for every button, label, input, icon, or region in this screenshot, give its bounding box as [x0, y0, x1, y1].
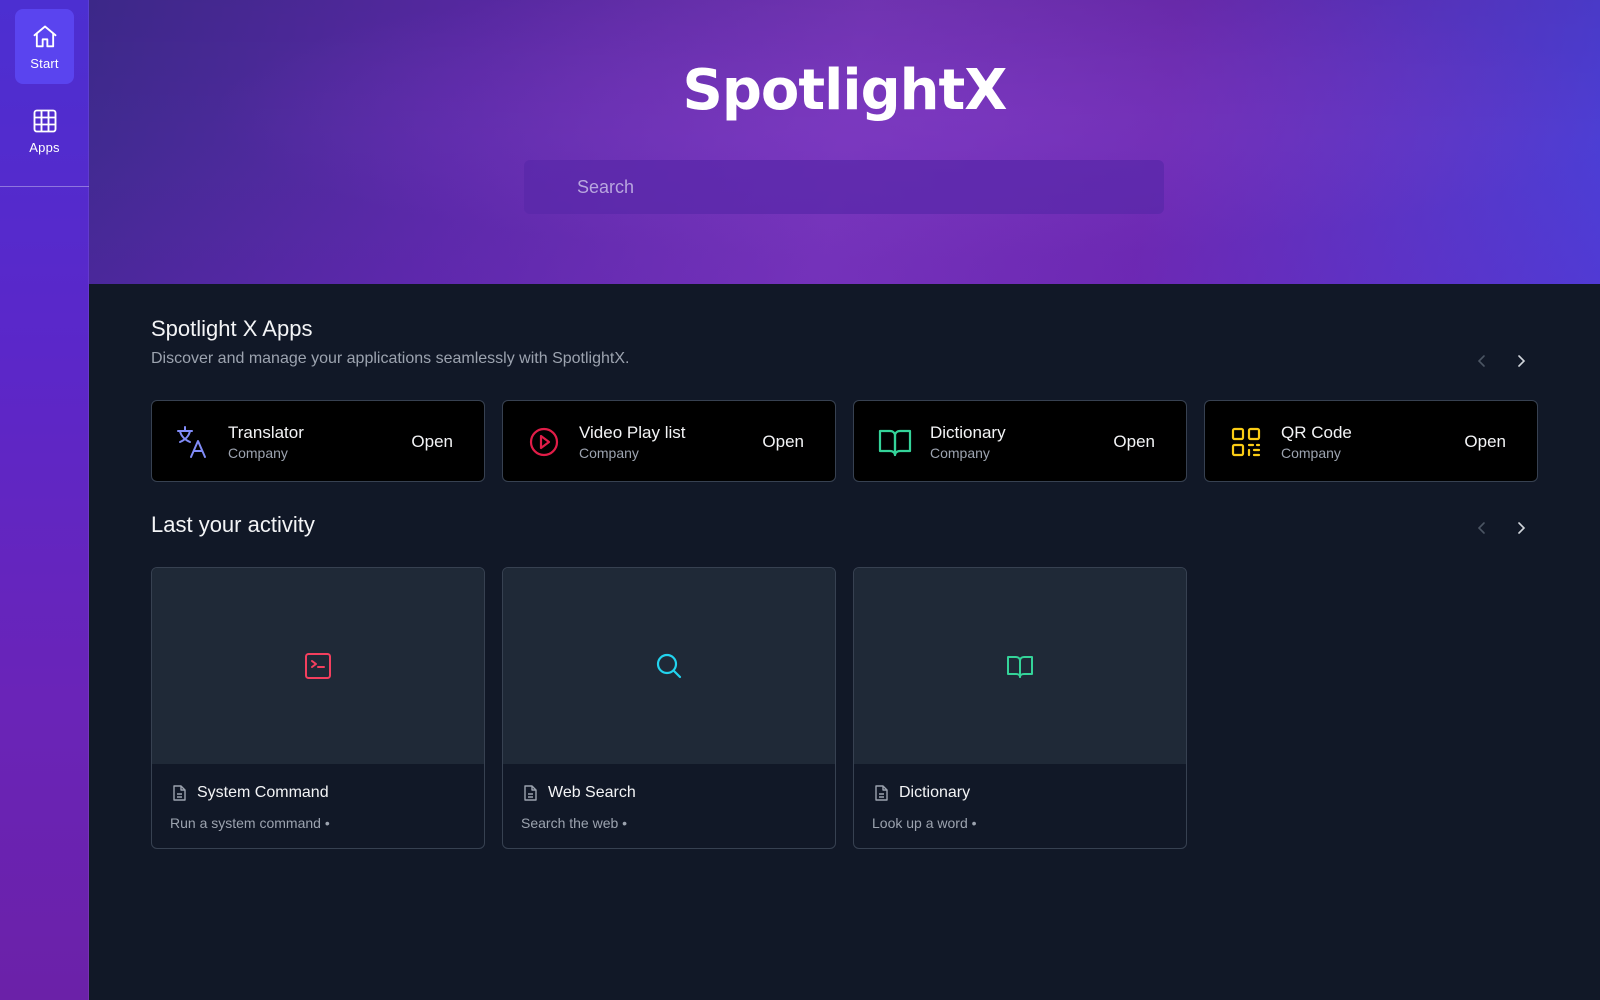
- document-icon: [521, 784, 539, 802]
- app-name: Dictionary: [930, 423, 1006, 442]
- app-company: Company: [1281, 445, 1341, 461]
- search-input[interactable]: [524, 160, 1164, 214]
- activity-thumbnail: [152, 568, 484, 764]
- sidebar-item-apps[interactable]: Apps: [15, 93, 74, 168]
- document-icon: [170, 784, 188, 802]
- terminal-icon: [305, 653, 331, 679]
- chevron-right-icon: [1518, 355, 1526, 367]
- sidebar: Start Apps: [0, 0, 89, 1000]
- activity-thumbnail: [503, 568, 835, 764]
- document-icon: [872, 784, 890, 802]
- app-company: Company: [228, 445, 288, 461]
- activity-section-title: Last your activity: [151, 512, 315, 537]
- activity-description: Look up a word •: [872, 815, 977, 831]
- play-circle-icon: [525, 423, 563, 461]
- app-company: Company: [579, 445, 639, 461]
- chevron-left-icon: [1477, 522, 1485, 534]
- activity-card-system-command[interactable]: System Command Run a system command •: [151, 567, 485, 849]
- open-button[interactable]: Open: [411, 432, 453, 452]
- app-name: Video Play list: [579, 423, 686, 442]
- activity-title: Web Search: [548, 784, 636, 801]
- sidebar-item-start[interactable]: Start: [15, 9, 74, 84]
- app-name: Translator: [228, 423, 304, 442]
- chevron-right-icon: [1518, 522, 1526, 534]
- apps-prev-button[interactable]: [1469, 348, 1495, 374]
- open-button[interactable]: Open: [1464, 432, 1506, 452]
- grid-icon: [33, 109, 56, 132]
- home-icon: [33, 25, 56, 47]
- logo-text: Spotlight: [682, 58, 966, 123]
- logo: SpotlightX: [89, 58, 1600, 123]
- open-button[interactable]: Open: [1113, 432, 1155, 452]
- app-card-dictionary[interactable]: Dictionary Company Open: [853, 400, 1187, 482]
- apps-next-button[interactable]: [1508, 348, 1534, 374]
- sidebar-item-label: Apps: [29, 139, 60, 155]
- app-company: Company: [930, 445, 990, 461]
- activity-title: Dictionary: [899, 784, 971, 801]
- app-card-qr-code[interactable]: QR Code Company Open: [1204, 400, 1538, 482]
- activity-card-web-search[interactable]: Web Search Search the web •: [502, 567, 836, 849]
- activity-description: Search the web •: [521, 815, 628, 831]
- sidebar-item-label: Start: [30, 55, 59, 71]
- book-icon: [876, 423, 914, 461]
- app-name: QR Code: [1281, 423, 1352, 442]
- activity-card-dictionary[interactable]: Dictionary Look up a word •: [853, 567, 1187, 849]
- chevron-left-icon: [1477, 355, 1485, 367]
- activity-thumbnail: [854, 568, 1186, 764]
- activity-title: System Command: [197, 784, 329, 801]
- app-card-translator[interactable]: Translator Company Open: [151, 400, 485, 482]
- apps-section-subtitle: Discover and manage your applications se…: [151, 350, 630, 367]
- search-icon: [656, 653, 682, 679]
- translate-icon: [174, 423, 212, 461]
- logo-mark: X: [964, 58, 1007, 123]
- qr-code-icon: [1227, 423, 1265, 461]
- hero-banner: SpotlightX: [89, 0, 1600, 284]
- sidebar-divider: [0, 186, 89, 187]
- main-content: Spotlight X Apps Discover and manage you…: [89, 284, 1600, 1000]
- apps-section-title: Spotlight X Apps: [151, 316, 313, 341]
- book-icon: [1007, 656, 1033, 678]
- app-card-video-playlist[interactable]: Video Play list Company Open: [502, 400, 836, 482]
- open-button[interactable]: Open: [762, 432, 804, 452]
- activity-description: Run a system command •: [170, 815, 330, 831]
- activity-prev-button[interactable]: [1469, 515, 1495, 541]
- activity-next-button[interactable]: [1508, 515, 1534, 541]
